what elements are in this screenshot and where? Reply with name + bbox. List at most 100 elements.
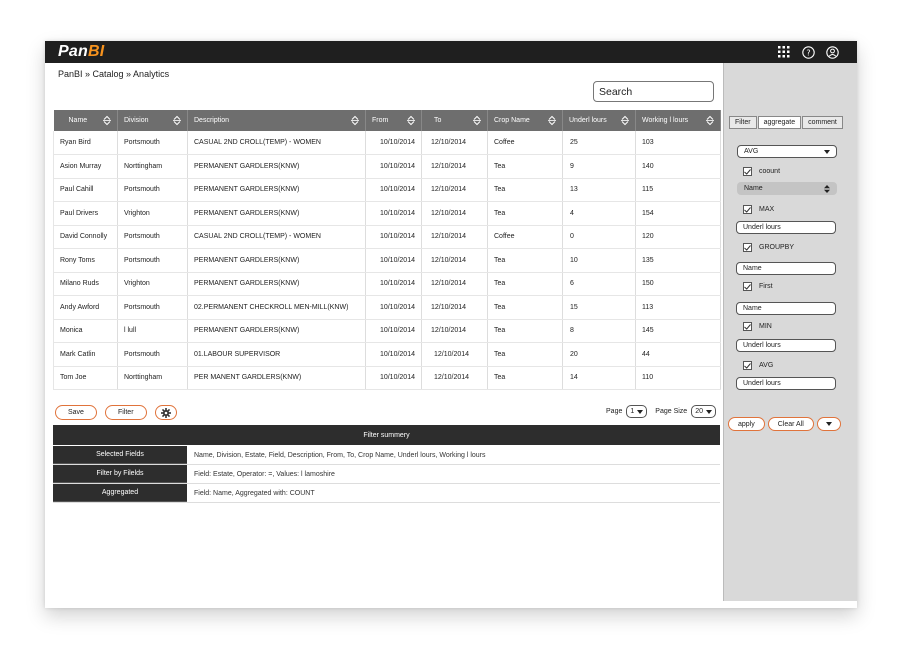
search-input[interactable] (593, 81, 714, 102)
sort-icon[interactable] (705, 115, 715, 126)
table-row[interactable]: Rony Toms Portsmouth PERMANENT GARDLERS(KN… (53, 248, 721, 273)
table-row[interactable]: Ryan Bird Portsmouth CASUAL 2ND CROLL(TEMP… (53, 131, 721, 155)
cell-name: Asion Murray (53, 154, 118, 179)
cell-name: Paul Cahill (53, 178, 118, 202)
cell-division: Portsmouth (117, 295, 188, 320)
max-checkbox[interactable] (743, 205, 752, 214)
table-row[interactable]: Asion Murray Norttingham PERMANENT GARDLER… (53, 154, 721, 179)
cell-to: 12/10/2014 (421, 154, 488, 179)
page-size-select[interactable]: 20 (691, 405, 716, 418)
table-row[interactable]: Mark Catlin Portsmouth 01.LABOUR SUPERVISO… (53, 342, 721, 367)
table-row[interactable]: Tom Joe Norttingham PER MANENT GARDLERS(KN… (53, 366, 721, 390)
count-checkbox-row[interactable]: coount (743, 167, 780, 176)
table-row[interactable]: Milano Ruds Vrighton PERMANENT GARDLERS(KN… (53, 272, 721, 296)
avg-field-input[interactable]: Underl lours (736, 377, 836, 390)
min-checkbox-row[interactable]: MIN (743, 322, 772, 331)
table-row[interactable]: Paul Drivers Vrighton PERMANENT GARDLERS(K… (53, 201, 721, 226)
groupby-checkbox-row[interactable]: GROUPBY (743, 243, 794, 252)
column-header-crop-name[interactable]: Crop Name (487, 110, 563, 131)
column-header-under-hours[interactable]: Underl lours (562, 110, 636, 131)
cell-description: CASUAL 2ND CROLL(TEMP) - WOMEN (187, 131, 366, 155)
summary-row-filter-by-fields: Filter by Filelds Field: Estate, Operato… (53, 465, 720, 484)
table-actions: Save Filter (55, 405, 177, 420)
cell-under-hours: 4 (562, 201, 636, 226)
min-checkbox[interactable] (743, 322, 752, 331)
cell-crop-name: Tea (487, 319, 563, 343)
table-row[interactable]: David Connolly Portsmouth CASUAL 2ND CROLL… (53, 225, 721, 249)
cell-to: 12/10/2014 (421, 225, 488, 249)
max-checkbox-row[interactable]: MAX (743, 205, 774, 214)
groupby-field-input[interactable]: Name (736, 262, 836, 275)
cell-name: Andy Awford (53, 295, 118, 320)
sort-icon[interactable] (547, 115, 557, 126)
cell-description: 02.PERMANENT CHECKROLL MEN-MILL(KNW) (187, 295, 366, 320)
table-row[interactable]: Paul Cahill Portsmouth PERMANENT GARDLERS(… (53, 178, 721, 202)
save-button[interactable]: Save (55, 405, 97, 420)
groupby-checkbox[interactable] (743, 243, 752, 252)
logo[interactable]: PanBI (58, 43, 104, 61)
cell-division: Portsmouth (117, 178, 188, 202)
settings-button[interactable] (154, 405, 177, 420)
first-field-input[interactable]: Name (736, 302, 836, 315)
gear-icon (160, 407, 171, 418)
column-header-from[interactable]: From (365, 110, 422, 131)
apply-button[interactable]: apply (728, 417, 765, 431)
cell-to: 12/10/2014 (421, 272, 488, 296)
avg-checkbox-row[interactable]: AVG (743, 361, 773, 370)
tab-comment[interactable]: comment (802, 116, 843, 129)
max-field-input[interactable]: Underl lours (736, 221, 836, 234)
sort-icon[interactable] (350, 115, 360, 126)
column-header-to[interactable]: To (421, 110, 488, 131)
sort-icon[interactable] (172, 115, 182, 126)
cell-crop-name: Tea (487, 154, 563, 179)
grid-icon[interactable] (777, 45, 791, 59)
filter-button[interactable]: Filter (104, 405, 147, 420)
check-icon (744, 323, 751, 330)
summary-label: Selected Fields (53, 446, 187, 464)
cell-crop-name: Tea (487, 295, 563, 320)
first-checkbox[interactable] (743, 282, 752, 291)
check-icon (744, 244, 751, 251)
tab-aggregate[interactable]: aggregate (757, 116, 802, 129)
cell-name: Milano Ruds (53, 272, 118, 296)
cell-division: Norttingham (117, 154, 188, 179)
caret-down-icon (824, 149, 830, 154)
more-options-button[interactable] (816, 417, 841, 431)
cell-under-hours: 14 (562, 366, 636, 390)
name-field-select[interactable]: Name (737, 182, 837, 195)
caret-down-icon (637, 409, 644, 414)
cell-to: 12/10/2014 (421, 366, 488, 390)
cell-description: PERMANENT GARDLERS(KNW) (187, 178, 366, 202)
avg-checkbox[interactable] (743, 361, 752, 370)
sort-icon[interactable] (472, 115, 482, 126)
column-header-division[interactable]: Division (117, 110, 188, 131)
tab-filter[interactable]: Filter (729, 116, 757, 129)
cell-name: Mark Catlin (53, 342, 118, 367)
column-header-name[interactable]: Name (53, 110, 118, 131)
help-icon[interactable]: ? (801, 45, 815, 59)
up-down-caret-icon (824, 184, 830, 193)
check-icon (744, 283, 751, 290)
cell-name: Paul Drivers (53, 201, 118, 226)
breadcrumb: PanBI » Catalog » Analytics (58, 69, 170, 79)
page-select[interactable]: 1 (626, 405, 648, 418)
column-header-working-hours[interactable]: Working l lours (635, 110, 721, 131)
user-icon[interactable] (825, 45, 839, 59)
cell-under-hours: 15 (562, 295, 636, 320)
cell-under-hours: 10 (562, 248, 636, 273)
sort-icon[interactable] (620, 115, 630, 126)
count-checkbox[interactable] (743, 167, 752, 176)
table-row[interactable]: Andy Awford Portsmouth 02.PERMANENT CHECKR… (53, 295, 721, 320)
table-row[interactable]: Monica l lull PERMANENT GARDLERS(KNW) 10/10… (53, 319, 721, 343)
column-header-description[interactable]: Description (187, 110, 366, 131)
sort-icon[interactable] (102, 115, 112, 126)
first-checkbox-row[interactable]: First (743, 282, 773, 291)
cell-working-hours: 115 (635, 178, 721, 202)
check-icon (744, 168, 751, 175)
min-field-input[interactable]: Underl lours (736, 339, 836, 352)
aggregate-function-select[interactable]: AVG (737, 145, 837, 158)
clear-all-button[interactable]: Clear All (767, 417, 814, 431)
sort-icon[interactable] (406, 115, 416, 126)
pagination: Page 1 Page Size 20 (606, 405, 716, 418)
cell-crop-name: Tea (487, 272, 563, 296)
